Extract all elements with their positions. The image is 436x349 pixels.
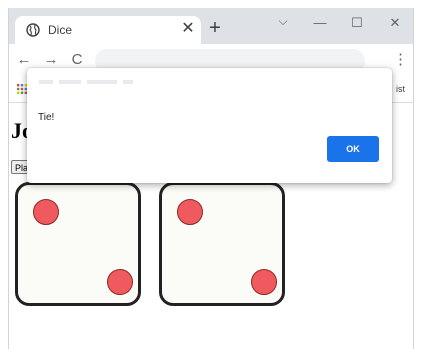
maximize-button[interactable]: ☐ — [344, 12, 370, 34]
globe-icon — [26, 23, 40, 37]
new-tab-button[interactable]: + — [205, 18, 225, 38]
tab-search-icon[interactable]: ⌵ — [274, 12, 292, 30]
browser-window: Dice ✕ + ⌵ — ☐ ✕ ← → C ⋮ ist Jo Pla Tie!… — [8, 8, 414, 349]
browser-menu-button[interactable]: ⋮ — [393, 50, 408, 70]
tab-strip: Dice ✕ + ⌵ — ☐ ✕ — [9, 8, 413, 44]
forward-button[interactable]: → — [41, 50, 61, 70]
die-1 — [15, 182, 141, 306]
alert-dialog: Tie! OK — [27, 68, 392, 183]
window-close-button[interactable]: ✕ — [382, 12, 408, 34]
bookmark-item[interactable]: ist — [396, 84, 405, 94]
tab-dice[interactable]: Dice ✕ — [15, 16, 201, 44]
tab-close-icon[interactable]: ✕ — [179, 20, 197, 38]
die-pip — [251, 269, 277, 295]
tab-title: Dice — [48, 23, 73, 37]
minimize-button[interactable]: — — [307, 12, 333, 34]
die-pip — [177, 199, 203, 225]
dialog-origin-text — [39, 80, 133, 84]
dialog-message: Tie! — [38, 112, 55, 123]
apps-grid-icon[interactable] — [17, 84, 27, 94]
back-button[interactable]: ← — [14, 50, 34, 70]
ok-button[interactable]: OK — [327, 136, 379, 162]
die-pip — [107, 269, 133, 295]
reload-button[interactable]: C — [67, 50, 87, 70]
die-2 — [159, 182, 285, 306]
die-pip — [33, 199, 59, 225]
